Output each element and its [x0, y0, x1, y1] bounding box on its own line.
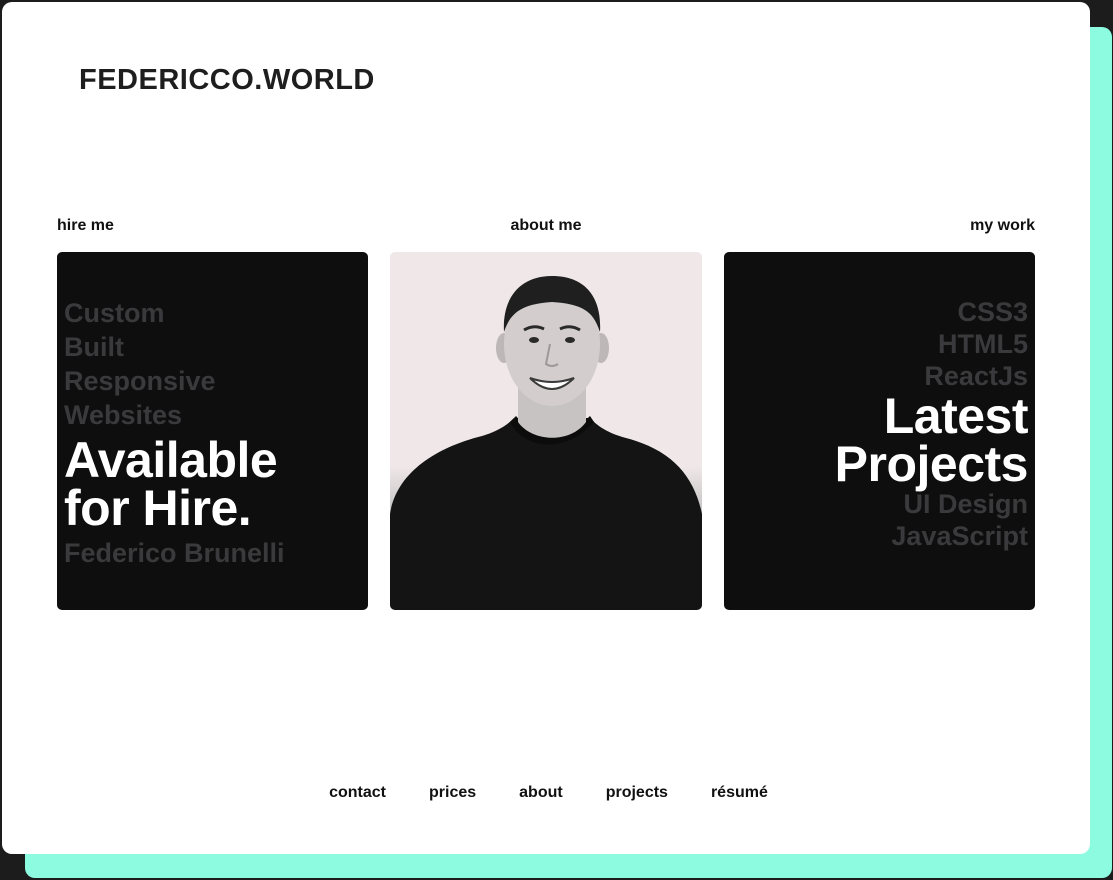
hire-card-text: Custom Built Responsive Websites Availab… — [64, 296, 285, 570]
nav-link-contact[interactable]: contact — [329, 784, 386, 802]
hire-dim-line: Custom — [64, 298, 165, 328]
site-logo[interactable]: FEDERICCO.WORLD — [79, 64, 375, 97]
portrait-card[interactable] — [390, 252, 702, 610]
work-dim-line: JavaScript — [891, 521, 1028, 551]
nav-link-projects[interactable]: projects — [606, 784, 668, 802]
hire-dim-line: Built — [64, 332, 124, 362]
portrait-image — [390, 276, 702, 610]
nav-link-about[interactable]: about — [519, 784, 563, 802]
nav-link-resume[interactable]: résumé — [711, 784, 768, 802]
work-headline-line: Latest — [883, 388, 1029, 444]
work-dim-line: HTML5 — [938, 329, 1028, 359]
hire-headline-line: for Hire. — [64, 480, 252, 536]
hire-headline-line: Available — [64, 432, 278, 488]
nav-link-prices[interactable]: prices — [429, 784, 476, 802]
hire-card-name: Federico Brunelli — [64, 538, 285, 568]
hire-me-label[interactable]: hire me — [57, 217, 114, 235]
page-frame: FEDERICCO.WORLD hire me about me my work… — [2, 2, 1090, 854]
my-work-label[interactable]: my work — [724, 217, 1035, 235]
footer-nav: contact prices about projects résumé — [2, 784, 1090, 802]
work-dim-line: UI Design — [903, 489, 1028, 519]
hire-dim-line: Responsive — [64, 366, 216, 396]
hire-card[interactable]: Custom Built Responsive Websites Availab… — [57, 252, 368, 610]
work-dim-line: CSS3 — [957, 297, 1028, 327]
about-me-label[interactable]: about me — [390, 217, 702, 235]
work-headline-line: Projects — [834, 436, 1029, 492]
work-card-text: CSS3 HTML5 ReactJs Latest Projects UI De… — [834, 296, 1029, 552]
hire-dim-line: Websites — [64, 400, 183, 430]
work-card[interactable]: CSS3 HTML5 ReactJs Latest Projects UI De… — [724, 252, 1035, 610]
